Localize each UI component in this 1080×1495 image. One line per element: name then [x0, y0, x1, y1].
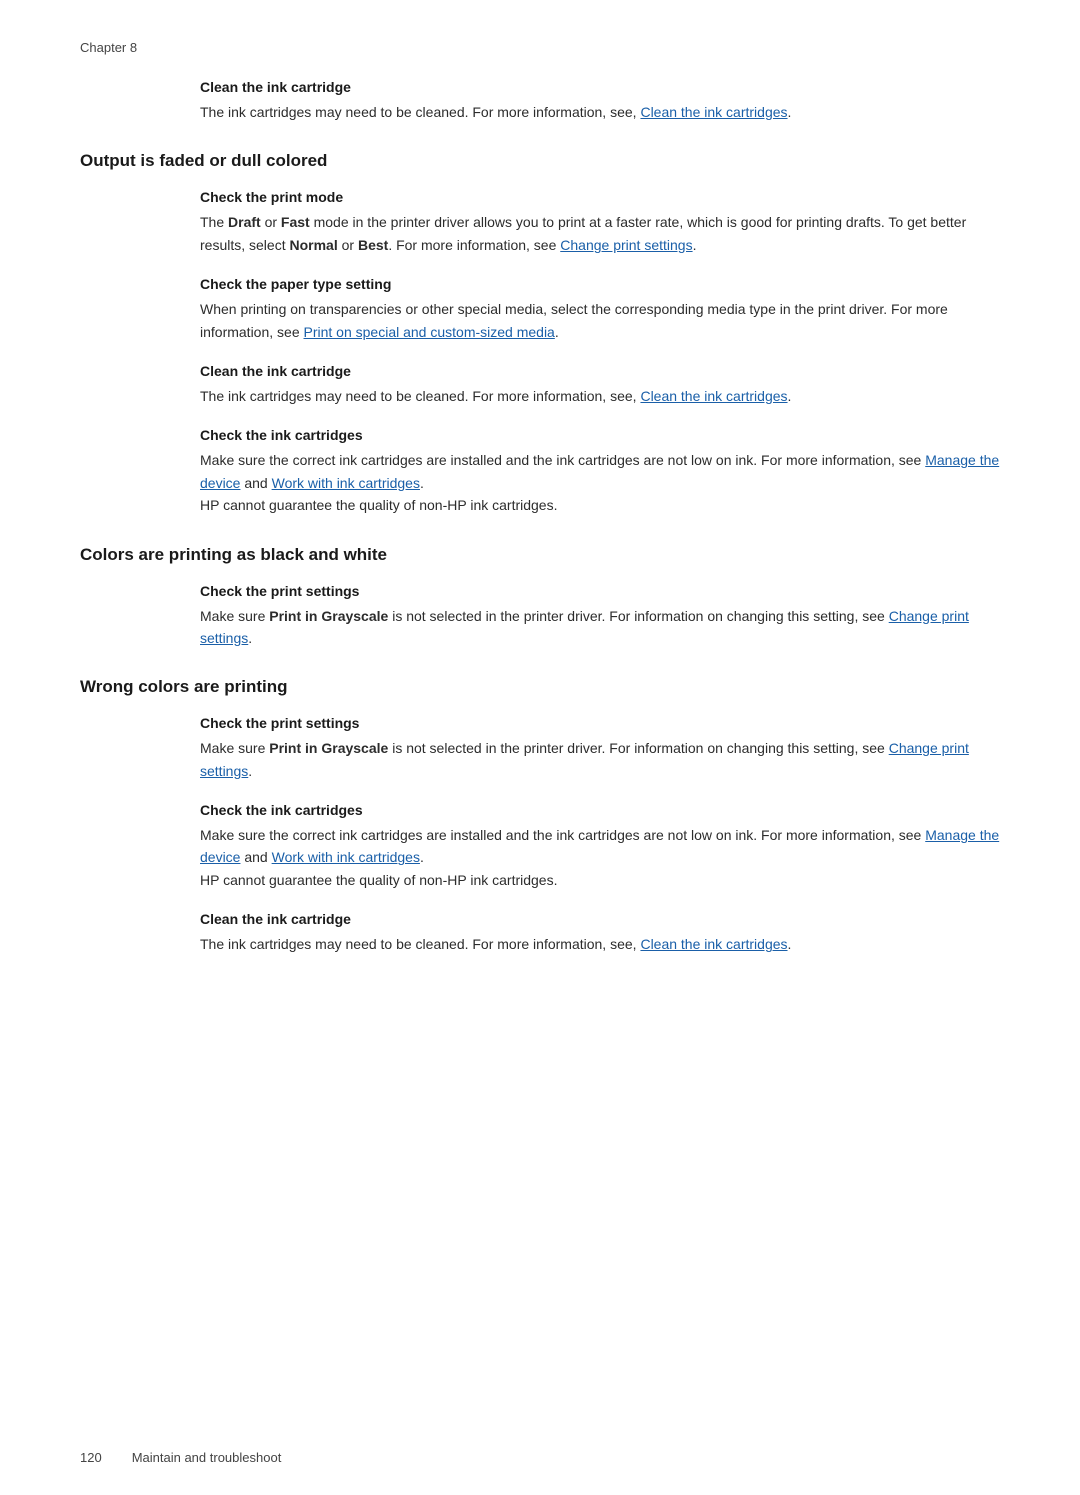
link-print-special-media[interactable]: Print on special and custom-sized media: [304, 324, 555, 340]
subsection-title-clean-ink-3: Clean the ink cartridge: [200, 911, 1000, 927]
subsection-paper-type: Check the paper type setting When printi…: [200, 276, 1000, 343]
link-work-with-cartridges-2[interactable]: Work with ink cartridges: [272, 849, 420, 865]
heading-output-faded: Output is faded or dull colored: [80, 151, 1000, 171]
subsection-body-paper-type: When printing on transparencies or other…: [200, 298, 1000, 343]
subsection-title-paper-type: Check the paper type setting: [200, 276, 1000, 292]
heading-colors-black-white: Colors are printing as black and white: [80, 545, 1000, 565]
subsection-title-check-cartridges-1: Check the ink cartridges: [200, 427, 1000, 443]
subsection-body-print-settings-1: Make sure Print in Grayscale is not sele…: [200, 605, 1000, 650]
subsection-body-check-cartridges-2: Make sure the correct ink cartridges are…: [200, 824, 1000, 891]
subsection-body-print-mode: The Draft or Fast mode in the printer dr…: [200, 211, 1000, 256]
subsection-clean-ink-3: Clean the ink cartridge The ink cartridg…: [200, 911, 1000, 955]
subsection-title-check-cartridges-2: Check the ink cartridges: [200, 802, 1000, 818]
footer-page-number: 120: [80, 1450, 102, 1465]
subsection-body-check-cartridges-1: Make sure the correct ink cartridges are…: [200, 449, 1000, 516]
subsection-print-settings-2: Check the print settings Make sure Print…: [200, 715, 1000, 782]
subsection-check-cartridges-2: Check the ink cartridges Make sure the c…: [200, 802, 1000, 891]
page-content: Chapter 8 Clean the ink cartridge The in…: [0, 0, 1080, 1056]
link-clean-cartridges-2[interactable]: Clean the ink cartridges: [640, 388, 787, 404]
subsection-body-print-settings-2: Make sure Print in Grayscale is not sele…: [200, 737, 1000, 782]
footer-section: Maintain and troubleshoot: [132, 1450, 282, 1465]
subsection-title-print-mode: Check the print mode: [200, 189, 1000, 205]
subsection-print-settings-1: Check the print settings Make sure Print…: [200, 583, 1000, 650]
subsection-check-cartridges-1: Check the ink cartridges Make sure the c…: [200, 427, 1000, 516]
page-footer: 120 Maintain and troubleshoot: [80, 1450, 281, 1465]
link-work-with-cartridges-1[interactable]: Work with ink cartridges: [272, 475, 420, 491]
link-clean-cartridges-1[interactable]: Clean the ink cartridges: [640, 104, 787, 120]
subsection-title-clean-ink-2: Clean the ink cartridge: [200, 363, 1000, 379]
subsection-print-mode: Check the print mode The Draft or Fast m…: [200, 189, 1000, 256]
subsection-title-clean-ink-1: Clean the ink cartridge: [200, 79, 1000, 95]
chapter-label: Chapter 8: [80, 40, 1000, 55]
subsection-title-print-settings-2: Check the print settings: [200, 715, 1000, 731]
heading-wrong-colors: Wrong colors are printing: [80, 677, 1000, 697]
subsection-body-clean-ink-1: The ink cartridges may need to be cleane…: [200, 101, 1000, 123]
subsection-title-print-settings-1: Check the print settings: [200, 583, 1000, 599]
subsection-clean-ink-1: Clean the ink cartridge The ink cartridg…: [200, 79, 1000, 123]
subsection-body-clean-ink-3: The ink cartridges may need to be cleane…: [200, 933, 1000, 955]
subsection-body-clean-ink-2: The ink cartridges may need to be cleane…: [200, 385, 1000, 407]
link-change-print-settings-1[interactable]: Change print settings: [560, 237, 692, 253]
link-clean-cartridges-3[interactable]: Clean the ink cartridges: [640, 936, 787, 952]
subsection-clean-ink-2: Clean the ink cartridge The ink cartridg…: [200, 363, 1000, 407]
